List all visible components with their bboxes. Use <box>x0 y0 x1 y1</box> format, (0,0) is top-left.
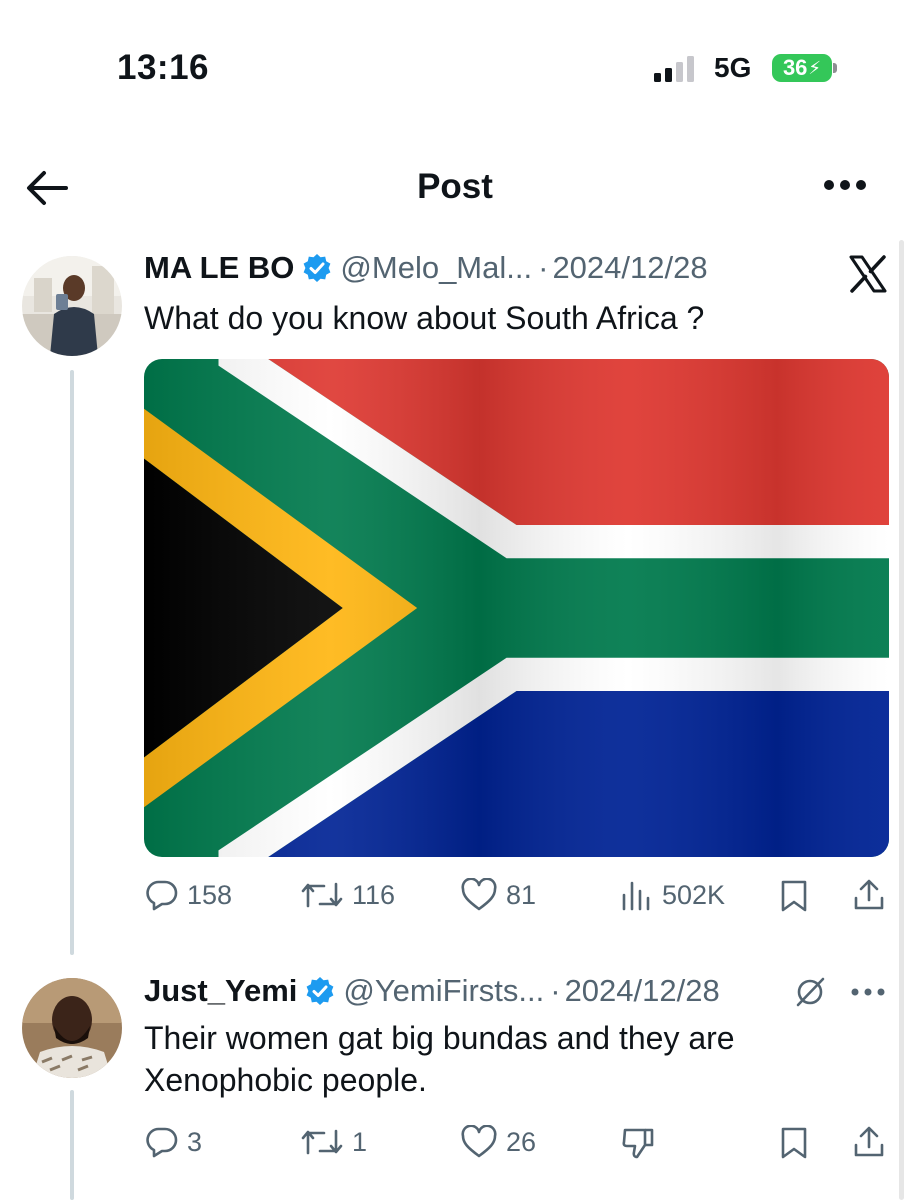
battery-cap <box>833 63 837 73</box>
view-count: 502K <box>662 879 726 910</box>
reply-icon <box>146 1127 178 1158</box>
post-text: What do you know about South Africa ? <box>144 300 705 336</box>
thread-line <box>70 370 74 955</box>
reply-repost-button[interactable]: 1 <box>300 1125 367 1159</box>
status-time: 13:16 <box>117 48 210 87</box>
reply-icon <box>146 880 178 911</box>
separator-dot: · <box>550 973 561 1008</box>
bookmark-icon[interactable] <box>779 1126 809 1160</box>
views-icon <box>622 881 650 911</box>
network-type: 5G <box>714 52 752 83</box>
separator-dot: · <box>538 250 549 285</box>
reply-reply-button[interactable]: 3 <box>145 1125 202 1159</box>
reply-date[interactable]: 2024/12/28 <box>565 973 720 1009</box>
views-button[interactable]: 502K <box>620 878 725 912</box>
share-icon[interactable] <box>852 1125 886 1159</box>
like-icon <box>461 1125 497 1158</box>
verified-icon <box>304 254 331 282</box>
author-name[interactable]: MA LE BO <box>144 250 294 286</box>
page-title: Post <box>417 167 493 206</box>
reply-button[interactable]: 158 <box>145 878 232 912</box>
reply-repost-count: 1 <box>352 1126 368 1157</box>
like-count: 81 <box>506 879 537 910</box>
avatar-photo <box>22 256 122 356</box>
reply-avatar-photo <box>22 978 122 1078</box>
reply-author-name[interactable]: Just_Yemi <box>144 973 297 1009</box>
charging-bolt-icon: ⚡ <box>808 57 822 78</box>
repost-icon <box>301 1129 343 1155</box>
avatar[interactable] <box>22 256 122 356</box>
grok-icon[interactable] <box>792 974 828 1010</box>
repost-button[interactable]: 116 <box>300 878 395 912</box>
author-handle[interactable]: @Melo_Mal... <box>340 250 532 286</box>
post-header: MA LE BO @Melo_Mal... · 2024/12/28 <box>144 250 708 286</box>
dislike-icon[interactable] <box>620 1125 656 1161</box>
reply-more-icon[interactable] <box>850 987 886 997</box>
reply-avatar[interactable] <box>22 978 122 1078</box>
south-africa-flag-image <box>144 359 889 857</box>
reply-like-button[interactable]: 26 <box>460 1125 536 1159</box>
reply-author-handle[interactable]: @YemiFirsts... <box>343 973 544 1009</box>
verified-icon <box>306 977 334 1005</box>
post-date[interactable]: 2024/12/28 <box>552 250 707 286</box>
reply-count: 158 <box>187 879 233 910</box>
reply-like-count: 26 <box>506 1126 537 1157</box>
reply-header: Just_Yemi @YemiFirsts... · 2024/12/28 <box>144 973 720 1009</box>
battery-level: 36 <box>782 55 808 80</box>
battery-indicator: 36 ⚡ <box>772 54 832 82</box>
reply-reply-count: 3 <box>187 1126 203 1157</box>
like-icon <box>461 878 497 911</box>
repost-icon <box>301 882 343 908</box>
post-image[interactable] <box>144 359 889 857</box>
thread-line-lower <box>70 1090 74 1200</box>
more-icon[interactable] <box>822 178 868 192</box>
like-button[interactable]: 81 <box>460 878 536 912</box>
share-icon[interactable] <box>852 878 886 912</box>
cellular-signal-icon <box>654 56 694 82</box>
repost-count: 116 <box>352 879 396 910</box>
scrollbar[interactable] <box>899 240 904 1200</box>
x-logo-icon <box>849 255 887 293</box>
bookmark-icon[interactable] <box>779 879 809 913</box>
reply-text: Their women gat big bundas and they are … <box>144 1020 735 1098</box>
